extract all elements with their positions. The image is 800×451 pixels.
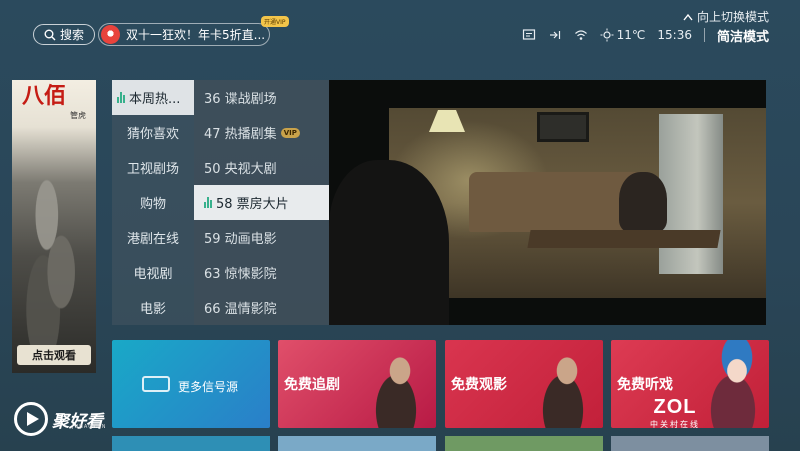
category-item-satellite[interactable]: 卫视剧场 [112, 150, 194, 185]
video-scene-table [527, 230, 721, 248]
switch-mode-hint[interactable]: 向上切换模式 [683, 8, 769, 25]
search-icon [44, 29, 56, 40]
poster-subtitle: 管虎 [70, 111, 86, 120]
signal-source-icon [142, 376, 170, 392]
video-scene-picture [537, 112, 589, 142]
category-item-movie[interactable]: 电影 [112, 290, 194, 325]
status-divider [703, 28, 705, 42]
tile-label: 更多信号源 [178, 380, 239, 394]
channel-label: 47 热播剧集 [204, 127, 277, 142]
category-label: 卫视剧场 [126, 162, 179, 177]
category-label: 港剧在线 [126, 232, 179, 247]
category-label: 猜你喜欢 [126, 127, 179, 142]
category-label: 电视剧 [133, 267, 173, 282]
channel-item[interactable]: 47 热播剧集 VIP [194, 115, 329, 150]
status-bar: 11℃ 15:36 简洁模式 [522, 26, 769, 45]
channel-label: 36 谍战剧场 [204, 92, 277, 107]
category-label: 本周热... [129, 92, 181, 107]
channel-label: 50 央视大剧 [204, 162, 277, 177]
clock-time: 15:36 [657, 28, 692, 42]
message-icon[interactable] [522, 28, 536, 42]
channel-label: 66 温情影院 [204, 302, 277, 317]
video-scene-silhouette [329, 160, 449, 325]
promo-text: 双十一狂欢！年卡5折直... [126, 28, 266, 42]
channel-label: 59 动画电影 [204, 232, 277, 247]
mode-label[interactable]: 简洁模式 [717, 26, 769, 45]
search-label: 搜索 [59, 28, 84, 42]
category-label: 电影 [139, 302, 166, 317]
tile-more-sources[interactable]: 更多信号源 [112, 340, 270, 428]
tile-label: 免费观影 [451, 377, 507, 393]
tile-free-movies[interactable]: 免费观影 [445, 340, 603, 428]
input-source-icon[interactable] [548, 28, 562, 42]
channel-label: 58 票房大片 [216, 197, 289, 212]
video-scene-woman [619, 172, 667, 232]
category-label: 购物 [139, 197, 166, 212]
tile-row2-item[interactable] [112, 436, 270, 451]
poster-artwork [18, 158, 90, 348]
search-button[interactable]: 搜索 [33, 24, 95, 45]
app-logo-subtext: JUHAOKAN [72, 424, 107, 430]
category-item-shopping[interactable]: 购物 [112, 185, 194, 220]
category-item-hk-drama[interactable]: 港剧在线 [112, 220, 194, 255]
category-item-weekly-hot[interactable]: 本周热... [112, 80, 194, 115]
wifi-icon [574, 30, 587, 40]
tile-label: 免费追剧 [284, 377, 340, 393]
switch-mode-label: 向上切换模式 [696, 10, 769, 24]
channel-item-selected[interactable]: 58 票房大片 [194, 185, 329, 220]
channel-item[interactable]: 50 央视大剧 [194, 150, 329, 185]
category-item-tv-series[interactable]: 电视剧 [112, 255, 194, 290]
zol-watermark-main: ZOL [653, 396, 697, 418]
category-item-guess[interactable]: 猜你喜欢 [112, 115, 194, 150]
tile-row2-item[interactable] [445, 436, 603, 451]
channel-item[interactable]: 36 谍战剧场 [194, 80, 329, 115]
tile-label: 免费听戏 [617, 377, 673, 393]
video-preview[interactable] [329, 80, 766, 325]
chevron-up-icon [683, 13, 693, 20]
promo-banner[interactable]: 双十一狂欢！年卡5折直... [98, 23, 270, 46]
tile-row2-item[interactable] [278, 436, 436, 451]
zol-watermark-sub: 中关村在线 [650, 420, 700, 429]
channel-item[interactable]: 66 温情影院 [194, 290, 329, 325]
tile-row2-item[interactable] [611, 436, 769, 451]
app-logo: 聚好看 JUHAOKAN [14, 402, 106, 436]
poster-title: 八佰 [22, 83, 67, 109]
playing-bars-icon [204, 197, 212, 208]
zol-watermark: ZOL 中关村在线 [650, 396, 700, 430]
vip-badge: VIP [280, 127, 300, 138]
video-scene-fridge [659, 114, 723, 274]
app-logo-play-icon [14, 402, 48, 436]
open-vip-badge[interactable]: 开通VIP [261, 16, 289, 27]
tile-artwork [523, 340, 603, 428]
tile-artwork [356, 340, 436, 428]
channel-list: 36 谍战剧场 47 热播剧集 VIP 50 央视大剧 58 票房大片 59 动… [194, 80, 329, 325]
tile-artwork [689, 340, 769, 428]
watch-now-button[interactable]: 点击观看 [17, 345, 91, 365]
featured-poster[interactable]: 八佰 管虎 点击观看 [12, 80, 96, 373]
tile-free-drama[interactable]: 免费追剧 [278, 340, 436, 428]
temperature: 11℃ [616, 28, 646, 42]
channel-item[interactable]: 63 惊悚影院 [194, 255, 329, 290]
channel-item[interactable]: 59 动画电影 [194, 220, 329, 255]
category-menu: 本周热... 猜你喜欢 卫视剧场 购物 港剧在线 电视剧 电影 [112, 80, 194, 325]
promo-avatar-icon [101, 25, 120, 44]
playing-bars-icon [117, 92, 125, 103]
weather-sun-icon [600, 28, 614, 42]
channel-label: 63 惊悚影院 [204, 267, 277, 282]
